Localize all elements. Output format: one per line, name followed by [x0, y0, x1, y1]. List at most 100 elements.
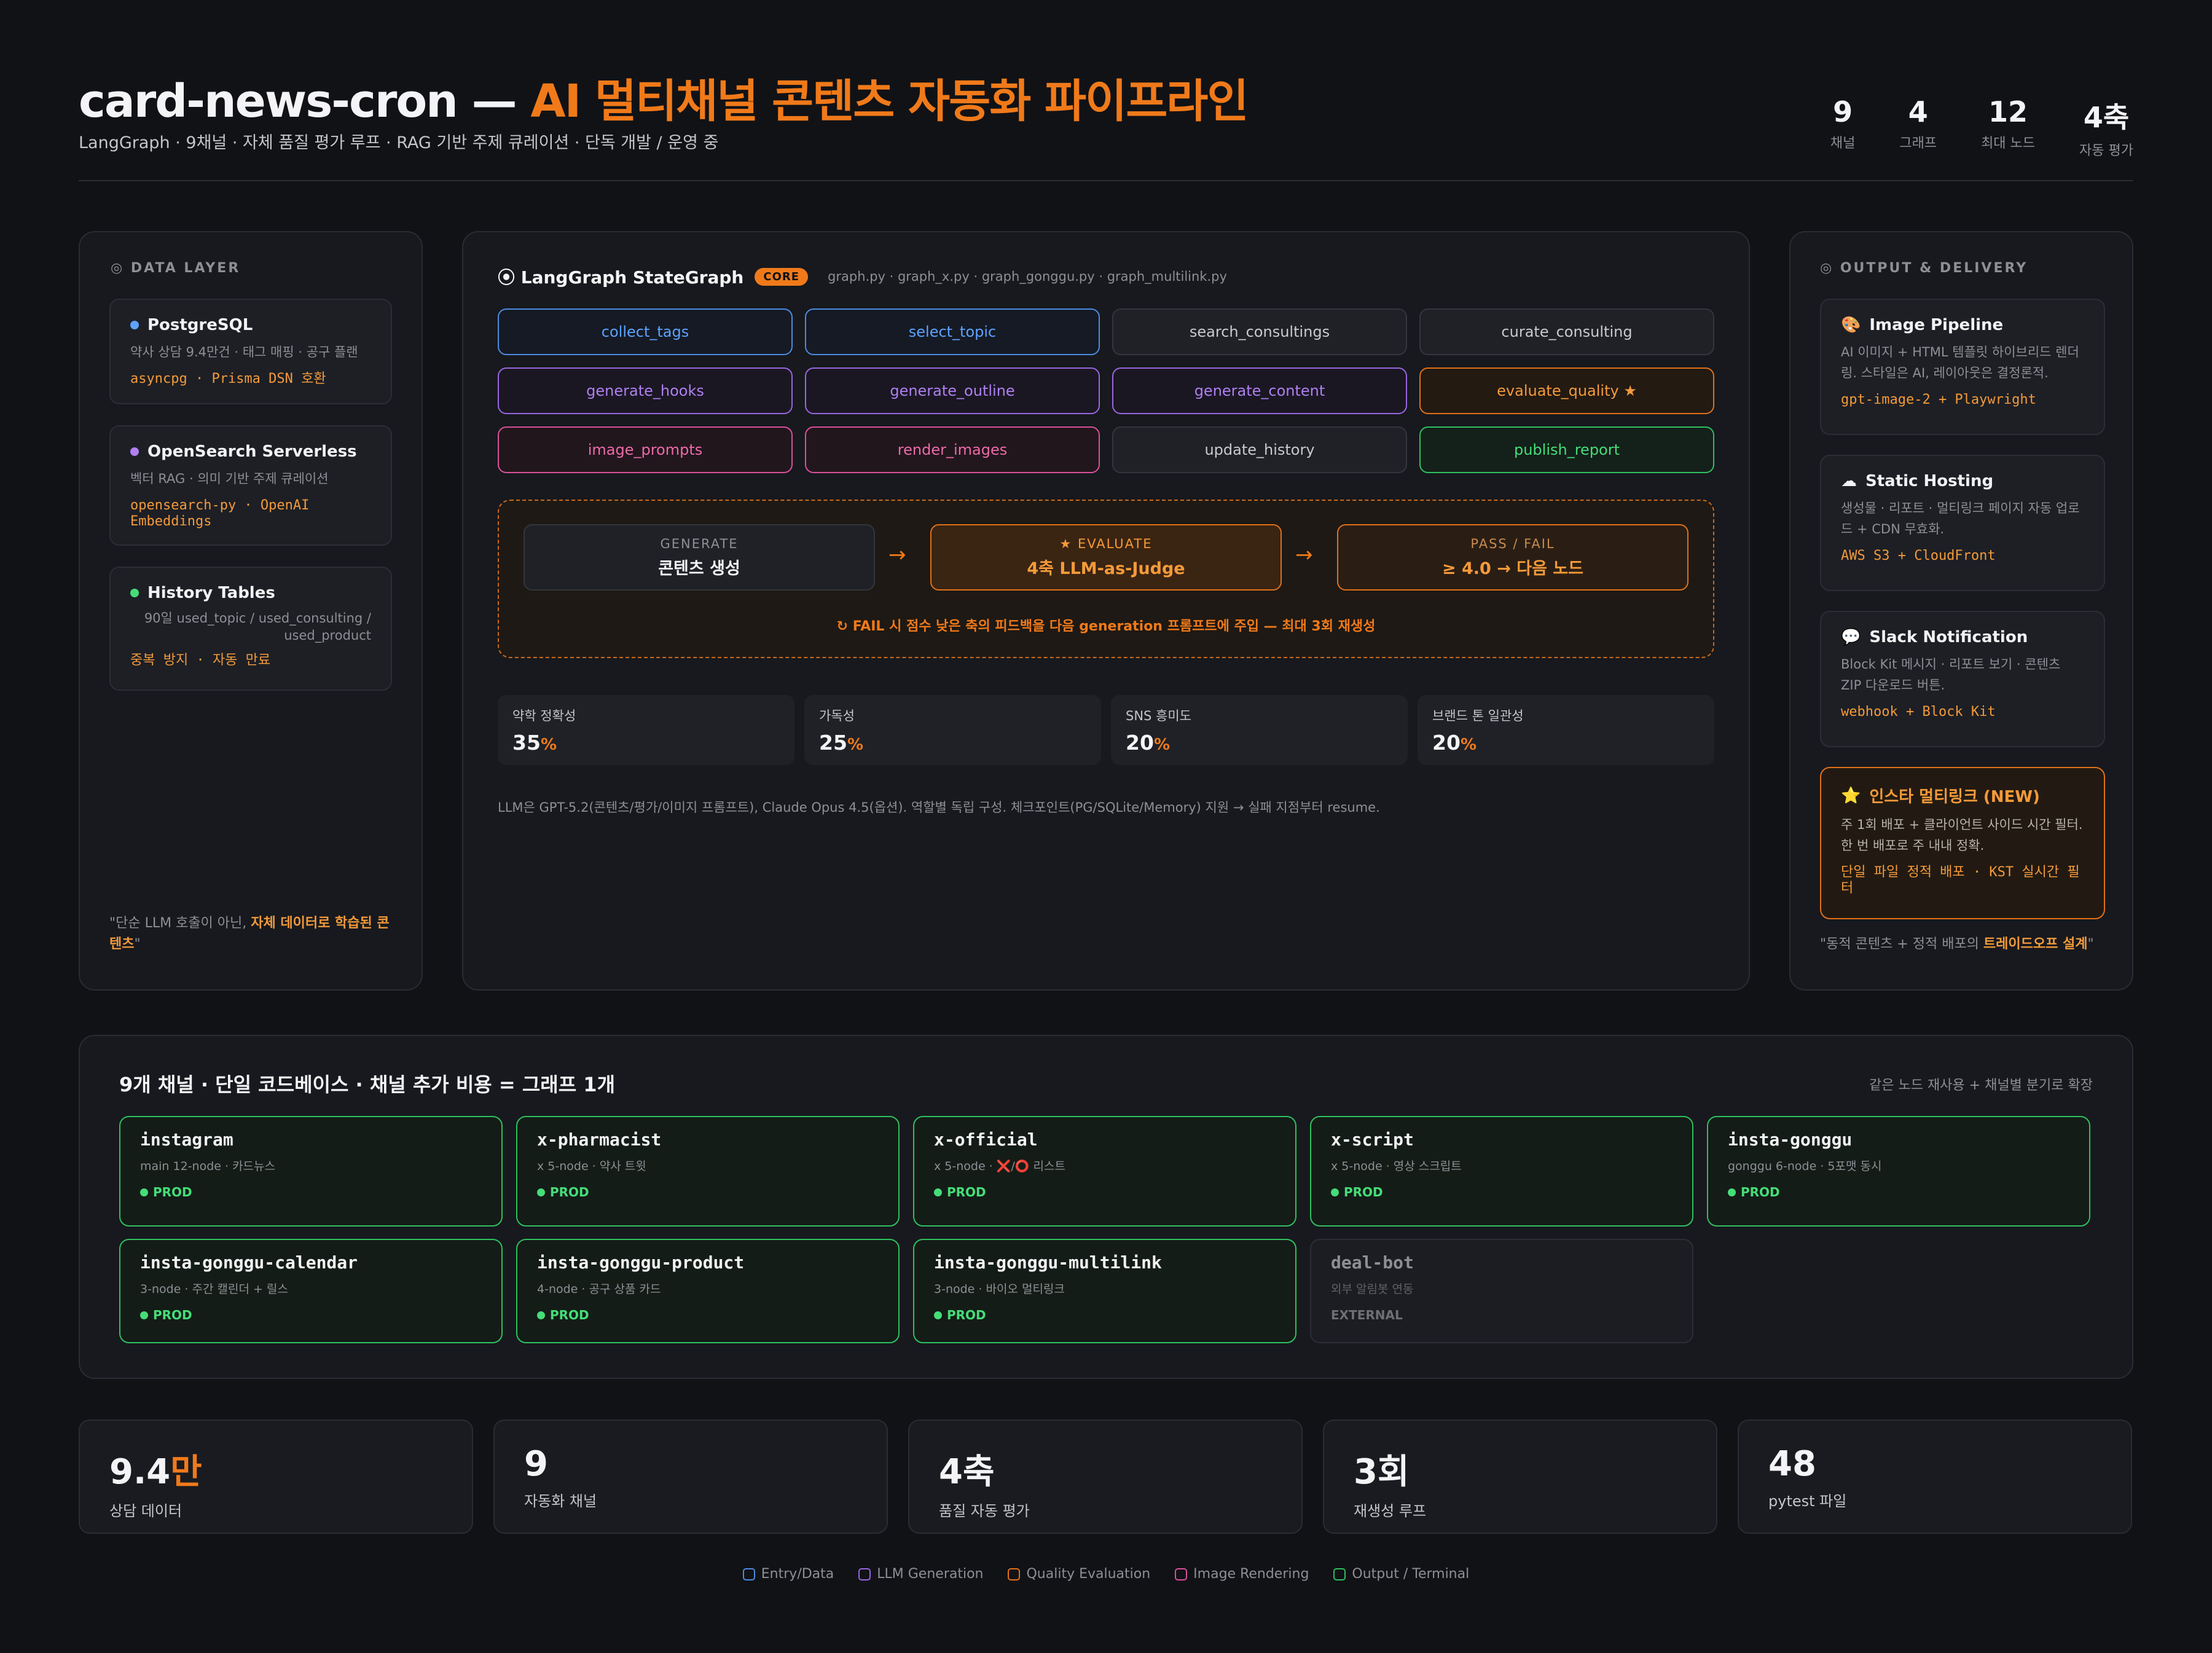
- card-title-text: PostgreSQL: [147, 316, 253, 334]
- status-dot-icon: [140, 1188, 148, 1196]
- circle-icon: ◎: [111, 261, 131, 276]
- channel-desc: x 5-node · 영상 스크립트: [1331, 1160, 1462, 1173]
- arrow-right-icon: →: [888, 543, 906, 567]
- card-title-text: Static Hosting: [1865, 472, 1994, 490]
- legend-swatch: [1175, 1568, 1188, 1580]
- quote-text: ": [2087, 936, 2094, 952]
- metric-number: 35: [512, 731, 541, 755]
- card-title-text: Slack Notification: [1869, 628, 2028, 646]
- header-stat-value: 9: [1833, 95, 1853, 128]
- graph-node[interactable]: evaluate_quality ★: [1419, 367, 1714, 414]
- card-tech: opensearch-py · OpenAI Embeddings: [130, 498, 310, 529]
- graph-node[interactable]: collect_tags: [498, 308, 793, 355]
- pass-fail-box: PASS / FAIL ≥ 4.0 → 다음 노드: [1337, 524, 1688, 591]
- bottom-stat: 4축 품질 자동 평가: [908, 1419, 1303, 1534]
- graph-node[interactable]: image_prompts: [498, 426, 793, 473]
- channel-name: x-pharmacist: [537, 1129, 662, 1150]
- header-stat: 4 그래프: [1899, 95, 1937, 159]
- channel-card[interactable]: insta-gonggu-multilink 3-node · 바이오 멀티링크 P…: [913, 1239, 1296, 1343]
- status-text: PROD: [947, 1308, 986, 1322]
- metric-card: 가독성 25%: [804, 695, 1101, 765]
- bottom-stat: 9 자동화 채널: [493, 1419, 888, 1534]
- card-tech: webhook + Block Kit: [1841, 704, 1996, 720]
- bottom-stat-accent: 만: [170, 1452, 202, 1492]
- card-tech: gpt-image-2 + Playwright: [1841, 392, 2036, 407]
- status-text: PROD: [947, 1185, 986, 1200]
- channel-card[interactable]: insta-gonggu gonggu 6-node · 5포맷 동시 PROD: [1707, 1116, 2090, 1227]
- quote-text: ": [134, 936, 141, 952]
- graph-node[interactable]: generate_outline: [805, 367, 1100, 414]
- channel-card[interactable]: insta-gonggu-calendar 3-node · 주간 캘린더 + 릴…: [119, 1239, 503, 1343]
- quality-loop: GENERATE 콘텐츠 생성 → ★ EVALUATE 4축 LLM-as-J…: [498, 500, 1714, 658]
- output-quote: "동적 콘텐츠 + 정적 배포의 트레이드오프 설계": [1820, 934, 2115, 955]
- status-text: PROD: [153, 1185, 192, 1200]
- channel-card[interactable]: x-script x 5-node · 영상 스크립트 PROD: [1310, 1116, 1693, 1227]
- card-title: OpenSearch Serverless: [130, 442, 371, 461]
- card-title-text: History Tables: [147, 584, 275, 602]
- page-subtitle: LangGraph · 9채널 · 자체 품질 평가 루프 · RAG 기반 주…: [79, 133, 719, 152]
- dot-icon: [130, 321, 139, 329]
- bottom-stat-label: 상담 데이터: [109, 1502, 182, 1520]
- card-title: History Tables: [130, 584, 371, 602]
- header-stat-label: 최대 노드: [1981, 136, 2036, 151]
- legend-item: Image Rendering: [1175, 1566, 1309, 1582]
- graph-node[interactable]: select_topic: [805, 308, 1100, 355]
- graph-node[interactable]: update_history: [1112, 426, 1407, 473]
- loop-note-text: FAIL 시 점수 낮은 축의 피드백을 다음 generation 프롬프트에…: [852, 619, 1376, 634]
- graph-node[interactable]: generate_content: [1112, 367, 1407, 414]
- star-icon: ⭐: [1841, 786, 1861, 805]
- data-layer-quote: "단순 LLM 호출이 아닌, 자체 데이터로 학습된 콘텐츠": [109, 913, 392, 955]
- status-dot-icon: [934, 1188, 942, 1196]
- channel-card[interactable]: instagram main 12-node · 카드뉴스 PROD: [119, 1116, 503, 1227]
- channel-desc: 외부 알림봇 연동: [1331, 1282, 1414, 1296]
- page-header: card-news-cron — AI 멀티채널 콘텐츠 자동화 파이프라인 L…: [79, 65, 2133, 181]
- status-dot-icon: [934, 1311, 942, 1319]
- header-stat-label: 그래프: [1899, 136, 1937, 151]
- legend-item: Entry/Data: [742, 1566, 834, 1582]
- dot-icon: [130, 447, 139, 456]
- target-icon: ⦿: [498, 267, 521, 288]
- channel-card-external[interactable]: deal-bot 외부 알림봇 연동 EXTERNAL: [1310, 1239, 1693, 1343]
- data-layer-panel: ◎ DATA LAYER PostgreSQL 약사 상담 9.4만건 · 태그…: [79, 231, 423, 991]
- bottom-stat: 9.4만상담 데이터: [79, 1419, 473, 1534]
- channel-desc: 4-node · 공구 상품 카드: [537, 1282, 661, 1296]
- graph-node[interactable]: render_images: [805, 426, 1100, 473]
- graph-node[interactable]: search_consultings: [1112, 308, 1407, 355]
- card-tech: 단일 파일 정적 배포 · KST 실시간 필터: [1841, 865, 2080, 896]
- page-title: card-news-cron — AI 멀티채널 콘텐츠 자동화 파이프라인: [79, 65, 1249, 130]
- channel-name: insta-gonggu: [1728, 1129, 1853, 1150]
- card-title: 🎨 Image Pipeline: [1841, 316, 2084, 334]
- graph-node[interactable]: curate_consulting: [1419, 308, 1714, 355]
- image-pipeline-card: 🎨 Image Pipeline AI 이미지 + HTML 템플릿 하이브리드 …: [1820, 299, 2105, 435]
- graph-node[interactable]: generate_hooks: [498, 367, 793, 414]
- bottom-stat-label: pytest 파일: [1768, 1493, 1847, 1510]
- palette-icon: 🎨: [1841, 316, 1861, 334]
- bottom-stat-number: 9.4: [109, 1452, 171, 1492]
- card-desc: 90일 used_topic / used_consulting / used_…: [144, 611, 371, 643]
- channels-note: 같은 노드 재사용 + 채널별 분기로 확장: [1869, 1078, 2093, 1093]
- metric-card: 브랜드 톤 일관성 20%: [1418, 695, 1714, 765]
- channel-desc: x 5-node · ❌/⭕ 리스트: [934, 1160, 1065, 1173]
- card-title-text: Image Pipeline: [1869, 316, 2004, 334]
- channel-card[interactable]: x-official x 5-node · ❌/⭕ 리스트 PROD: [913, 1116, 1296, 1227]
- data-layer-heading-text: DATA LAYER: [130, 261, 241, 276]
- card-title-text: OpenSearch Serverless: [147, 442, 357, 461]
- evaluate-small: ★ EVALUATE: [1059, 536, 1153, 551]
- speech-bubble-icon: 💬: [1841, 628, 1861, 646]
- status-badge: PROD: [934, 1308, 1276, 1322]
- graph-node[interactable]: publish_report: [1419, 426, 1714, 473]
- opensearch-card: OpenSearch Serverless 벡터 RAG · 의미 기반 주제 …: [109, 425, 392, 546]
- output-heading: ◎ OUTPUT & DELIVERY: [1820, 261, 2028, 276]
- legend-label: Entry/Data: [761, 1566, 834, 1582]
- status-text: PROD: [1741, 1185, 1780, 1200]
- history-tables-card: History Tables 90일 used_topic / used_con…: [109, 567, 392, 691]
- channel-card[interactable]: insta-gonggu-product 4-node · 공구 상품 카드 PRO…: [516, 1239, 900, 1343]
- card-desc: 주 1회 배포 + 클라이언트 사이드 시간 필터. 한 번 배포로 주 내내 …: [1841, 817, 2083, 853]
- static-hosting-card: ☁ Static Hosting 생성물 · 리포트 · 멀티링크 페이지 자동 …: [1820, 455, 2105, 591]
- channel-card[interactable]: x-pharmacist x 5-node · 약사 트윗 PROD: [516, 1116, 900, 1227]
- legend-swatch: [742, 1568, 755, 1580]
- graph-title: ⦿ LangGraph StateGraph: [498, 264, 743, 289]
- channel-desc: x 5-node · 약사 트윗: [537, 1160, 646, 1173]
- bottom-stat-value: 3회: [1354, 1452, 1410, 1492]
- legend-label: Quality Evaluation: [1026, 1566, 1151, 1582]
